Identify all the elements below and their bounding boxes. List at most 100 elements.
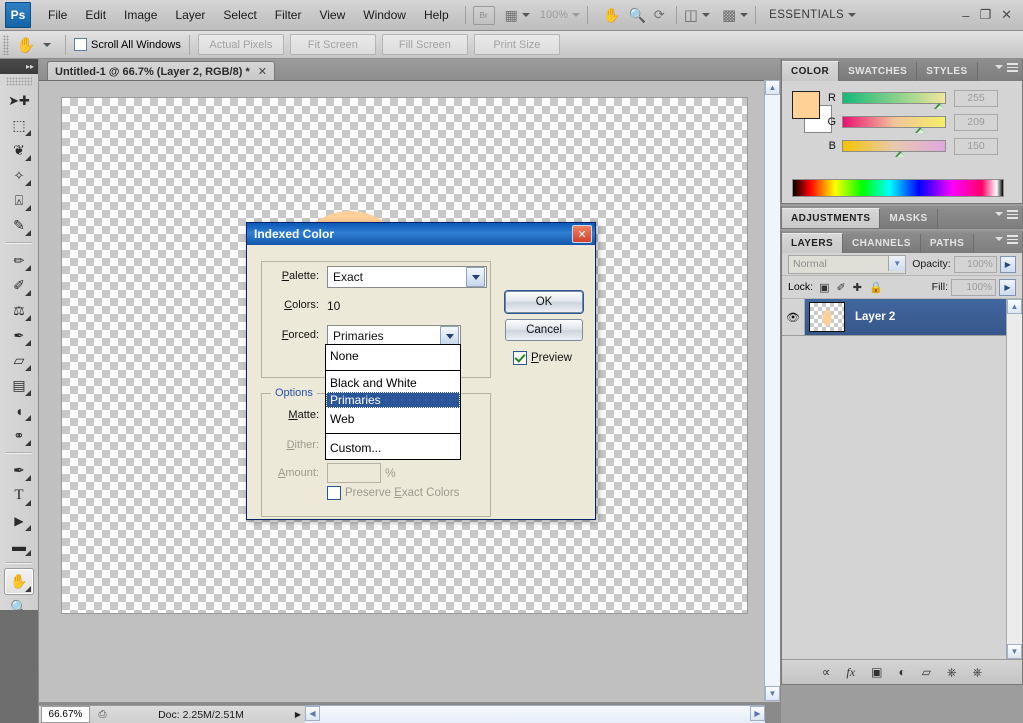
canvas-horizontal-scrollbar[interactable]: ◀ ▶ [305,705,765,723]
zoom-tool-icon[interactable]: 🔍 [628,7,645,24]
arrange-documents-icon[interactable]: ◫ [684,6,698,24]
canvas-vertical-scrollbar[interactable]: ▲ ▼ [764,80,780,701]
panel-menu-icon[interactable] [1007,63,1018,72]
ok-button[interactable]: OK [505,291,583,313]
tool-type[interactable]: T [5,483,33,508]
tool-rectangular-marquee[interactable]: ⬚ [5,113,33,138]
tool-preset-chevron-icon[interactable] [43,42,51,47]
dialog-close-button[interactable]: ✕ [572,225,592,243]
layer-name[interactable]: Layer 2 [855,311,895,323]
slider-track-g[interactable] [842,116,946,128]
menu-file[interactable]: File [39,5,76,25]
toolbox-collapse-button[interactable]: ▸▸ [0,59,38,74]
scroll-up-button[interactable]: ▲ [765,80,780,95]
status-menu-arrow-icon[interactable]: ▶ [291,707,305,722]
new-group-icon[interactable]: ▱ [922,665,931,679]
bridge-icon[interactable]: Br [472,5,495,25]
screen-mode-chevron-icon[interactable] [740,13,749,17]
scroll-down-button[interactable]: ▼ [765,686,780,701]
window-restore-button[interactable]: ❐ [974,7,996,23]
layer-style-icon[interactable]: fx [846,665,855,680]
fill-stepper-button[interactable]: ▶ [999,278,1016,296]
workspace-label[interactable]: ESSENTIALS [769,9,844,21]
menu-image[interactable]: Image [115,5,166,25]
delete-layer-icon[interactable]: ⎈ [973,665,983,680]
adjustments-panel-menu-button[interactable] [995,210,1018,219]
tool-magic-wand[interactable]: ✧ [5,163,33,188]
cancel-button[interactable]: Cancel [505,319,583,341]
menu-help[interactable]: Help [415,5,458,25]
lock-transparency-icon[interactable]: ▣ [819,281,829,294]
scroll-all-windows-checkbox[interactable]: Scroll All Windows [74,38,181,51]
layers-panel-menu-button[interactable] [995,235,1018,244]
forced-dropdown-list[interactable]: None Black and White Primaries Web Custo… [325,344,461,460]
layer-mask-icon[interactable]: ▣ [871,665,882,679]
dropdown-item-custom[interactable]: Custom... [326,437,460,459]
dropdown-item-black-and-white[interactable]: Black and White [326,374,460,392]
slider-thumb-g[interactable] [915,124,926,133]
color-spectrum-ramp[interactable] [792,179,1004,197]
tool-crop[interactable]: ⍓ [5,188,33,213]
channel-value-g[interactable]: 209 [954,113,998,131]
tool-lasso[interactable]: ❦ [5,138,33,163]
tool-pen[interactable]: ✒ [5,458,33,483]
panel-menu-icon[interactable] [1007,235,1018,244]
hand-tool-icon[interactable]: ✋ [603,7,620,24]
zoom-chevron-icon[interactable] [572,13,580,17]
lock-position-icon[interactable]: ✚ [853,281,862,294]
tool-blur[interactable]: ◖ [5,398,33,423]
lock-image-icon[interactable]: ✐ [837,281,846,294]
screen-mode-icon[interactable]: ▩ [722,6,736,24]
tab-styles[interactable]: STYLES [917,62,978,81]
palette-select[interactable]: Exact [327,266,487,288]
colors-value[interactable]: 10 [327,299,340,313]
slider-track-r[interactable] [842,92,946,104]
view-extras-chevron-icon[interactable] [521,13,530,17]
dialog-title-bar[interactable]: Indexed Color ✕ [247,223,595,245]
panel-menu-icon[interactable] [1007,210,1018,219]
actual-pixels-button[interactable]: Actual Pixels [197,34,284,55]
tab-layers[interactable]: LAYERS [782,233,844,253]
menu-edit[interactable]: Edit [76,5,115,25]
color-panel-menu-button[interactable] [995,63,1018,72]
fill-value[interactable]: 100% [951,278,996,296]
dropdown-item-none[interactable]: None [326,345,460,367]
forced-chevron-down-icon[interactable] [440,326,459,346]
new-layer-icon[interactable]: ⎈ [947,665,957,680]
scroll-left-button[interactable]: ◀ [305,706,320,721]
document-tab-close-icon[interactable]: ✕ [258,65,267,78]
menu-layer[interactable]: Layer [166,5,214,25]
layer-list[interactable]: 👁 Layer 2 ▲ ▼ [782,299,1022,659]
tool-path-selection[interactable]: ▶ [5,508,33,533]
tool-healing-brush[interactable]: ✏ [5,248,33,273]
document-tab[interactable]: Untitled-1 @ 66.7% (Layer 2, RGB/8) * ✕ [47,61,275,81]
options-bar-grip[interactable] [3,34,9,55]
menu-select[interactable]: Select [214,5,265,25]
layer-list-scrollbar[interactable]: ▲ ▼ [1006,299,1022,659]
tool-move[interactable]: ➤✚ [5,88,33,113]
preview-checkbox-box[interactable] [513,351,527,365]
fit-screen-button[interactable]: Fit Screen [289,34,376,55]
layer-scroll-down-button[interactable]: ▼ [1007,644,1022,659]
toolbox-grip[interactable] [6,77,32,86]
tool-history-brush[interactable]: ✒ [5,323,33,348]
tab-color[interactable]: COLOR [782,61,840,81]
tab-channels[interactable]: CHANNELS [843,234,921,253]
view-extras-icon[interactable]: ▦ [505,7,518,24]
slider-track-b[interactable] [842,140,946,152]
layer-row-layer-2[interactable]: 👁 Layer 2 [782,299,1022,336]
channel-value-r[interactable]: 255 [954,89,998,107]
opacity-stepper-button[interactable]: ▶ [999,255,1016,273]
tab-adjustments[interactable]: ADJUSTMENTS [782,208,881,228]
preview-checkbox[interactable]: Preview [513,351,572,365]
palette-chevron-down-icon[interactable] [466,267,485,287]
document-info-icon[interactable]: ⎙ [94,707,111,722]
layer-scroll-up-button[interactable]: ▲ [1007,299,1022,314]
tab-masks[interactable]: MASKS [880,209,938,228]
tool-gradient[interactable]: ▤ [5,373,33,398]
tool-eraser[interactable]: ▱ [5,348,33,373]
window-close-button[interactable]: ✕ [996,7,1017,23]
dropdown-item-web[interactable]: Web [326,408,460,430]
link-layers-icon[interactable]: ∝ [822,665,831,679]
menu-view[interactable]: View [310,5,354,25]
